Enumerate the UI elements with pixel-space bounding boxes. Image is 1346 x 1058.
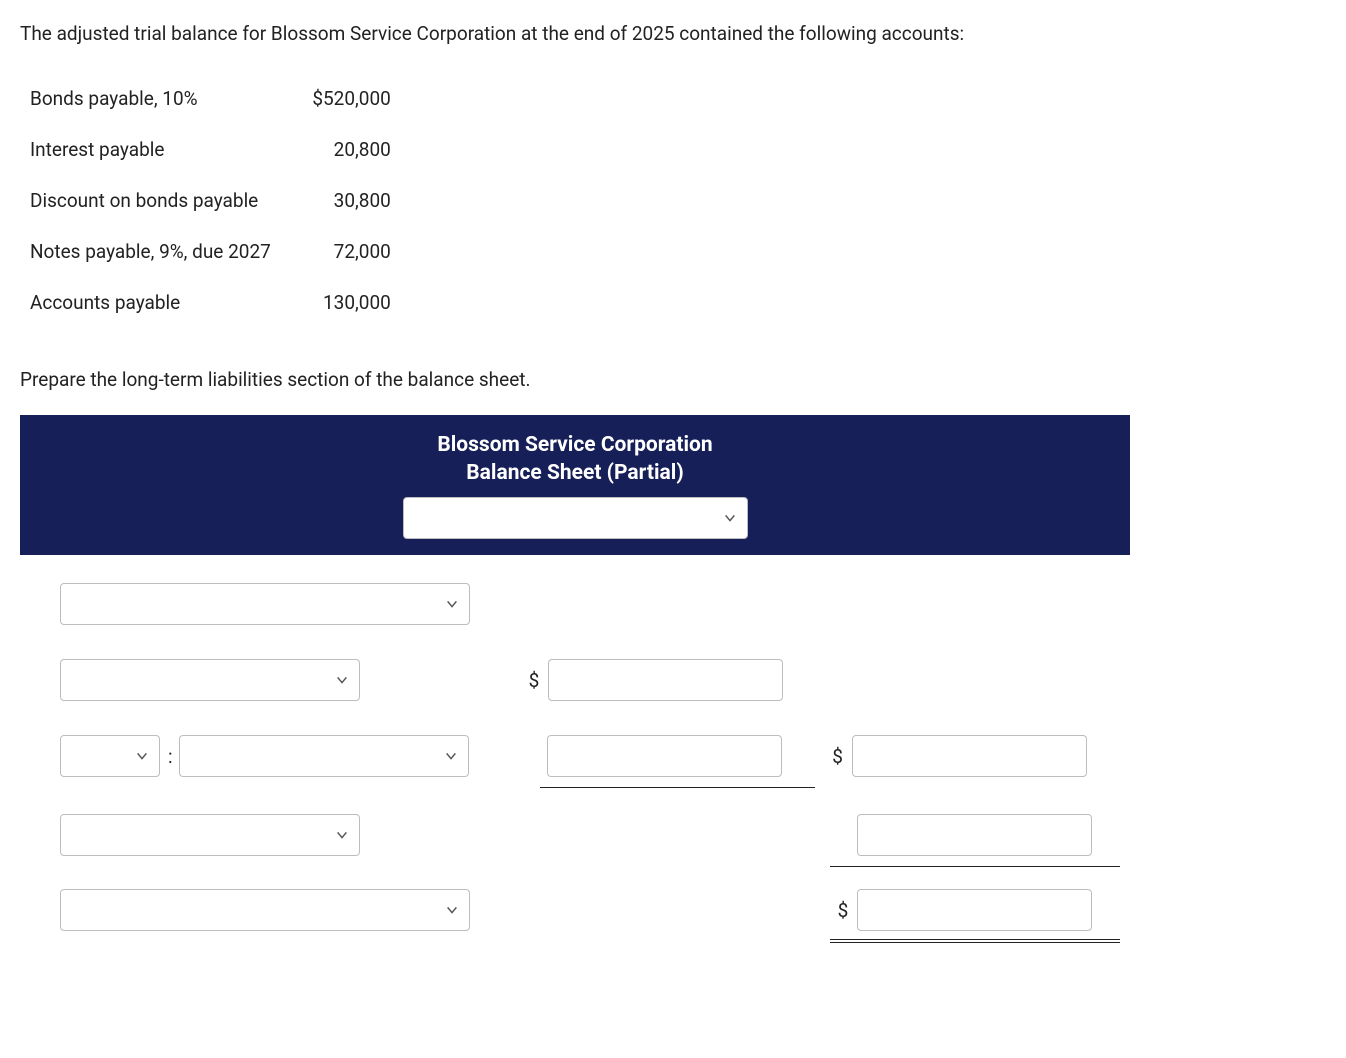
accounts-table: Bonds payable, 10% $520,000 Interest pay… bbox=[30, 73, 421, 328]
chevron-down-icon bbox=[723, 511, 737, 525]
amount-input-2[interactable] bbox=[547, 735, 782, 777]
chevron-down-icon bbox=[445, 903, 459, 917]
chevron-down-icon bbox=[335, 673, 349, 687]
double-rule bbox=[830, 939, 1120, 943]
colon-label: : bbox=[168, 745, 173, 768]
account-name: Discount on bonds payable bbox=[30, 175, 301, 226]
dollar-sign: $ bbox=[829, 899, 857, 922]
account-name: Notes payable, 9%, due 2027 bbox=[30, 226, 301, 277]
account-amount: $520,000 bbox=[301, 73, 421, 124]
table-row: Accounts payable 130,000 bbox=[30, 277, 421, 328]
dollar-sign: $ bbox=[520, 669, 548, 692]
table-row: Discount on bonds payable 30,800 bbox=[30, 175, 421, 226]
worksheet-area: $ : $ bbox=[20, 583, 1326, 943]
problem-intro: The adjusted trial balance for Blossom S… bbox=[20, 20, 1326, 49]
account-name: Accounts payable bbox=[30, 277, 301, 328]
chevron-down-icon bbox=[135, 749, 149, 763]
chevron-down-icon bbox=[335, 828, 349, 842]
account-amount: 30,800 bbox=[301, 175, 421, 226]
balance-sheet-header: Blossom Service Corporation Balance Shee… bbox=[20, 415, 1130, 556]
total-input[interactable] bbox=[857, 889, 1092, 931]
chevron-down-icon bbox=[445, 597, 459, 611]
account-amount: 72,000 bbox=[301, 226, 421, 277]
account-amount: 130,000 bbox=[301, 277, 421, 328]
account-amount: 20,800 bbox=[301, 124, 421, 175]
account-select-1[interactable] bbox=[60, 659, 360, 701]
operation-select[interactable] bbox=[60, 735, 160, 777]
table-row: Interest payable 20,800 bbox=[30, 124, 421, 175]
amount-input-1[interactable] bbox=[548, 659, 783, 701]
company-name: Blossom Service Corporation bbox=[32, 431, 1118, 459]
subtotal-input-1[interactable] bbox=[852, 735, 1087, 777]
instruction-text: Prepare the long-term liabilities sectio… bbox=[20, 368, 1326, 391]
total-label-select[interactable] bbox=[60, 889, 470, 931]
account-select-2[interactable] bbox=[179, 735, 469, 777]
date-select[interactable] bbox=[403, 497, 748, 539]
table-row: Notes payable, 9%, due 2027 72,000 bbox=[30, 226, 421, 277]
account-name: Interest payable bbox=[30, 124, 301, 175]
section-heading-select[interactable] bbox=[60, 583, 470, 625]
statement-title: Balance Sheet (Partial) bbox=[32, 459, 1118, 487]
subtotal-input-2[interactable] bbox=[857, 814, 1092, 856]
account-name: Bonds payable, 10% bbox=[30, 73, 301, 124]
chevron-down-icon bbox=[444, 749, 458, 763]
dollar-sign: $ bbox=[824, 745, 852, 768]
account-select-3[interactable] bbox=[60, 814, 360, 856]
table-row: Bonds payable, 10% $520,000 bbox=[30, 73, 421, 124]
